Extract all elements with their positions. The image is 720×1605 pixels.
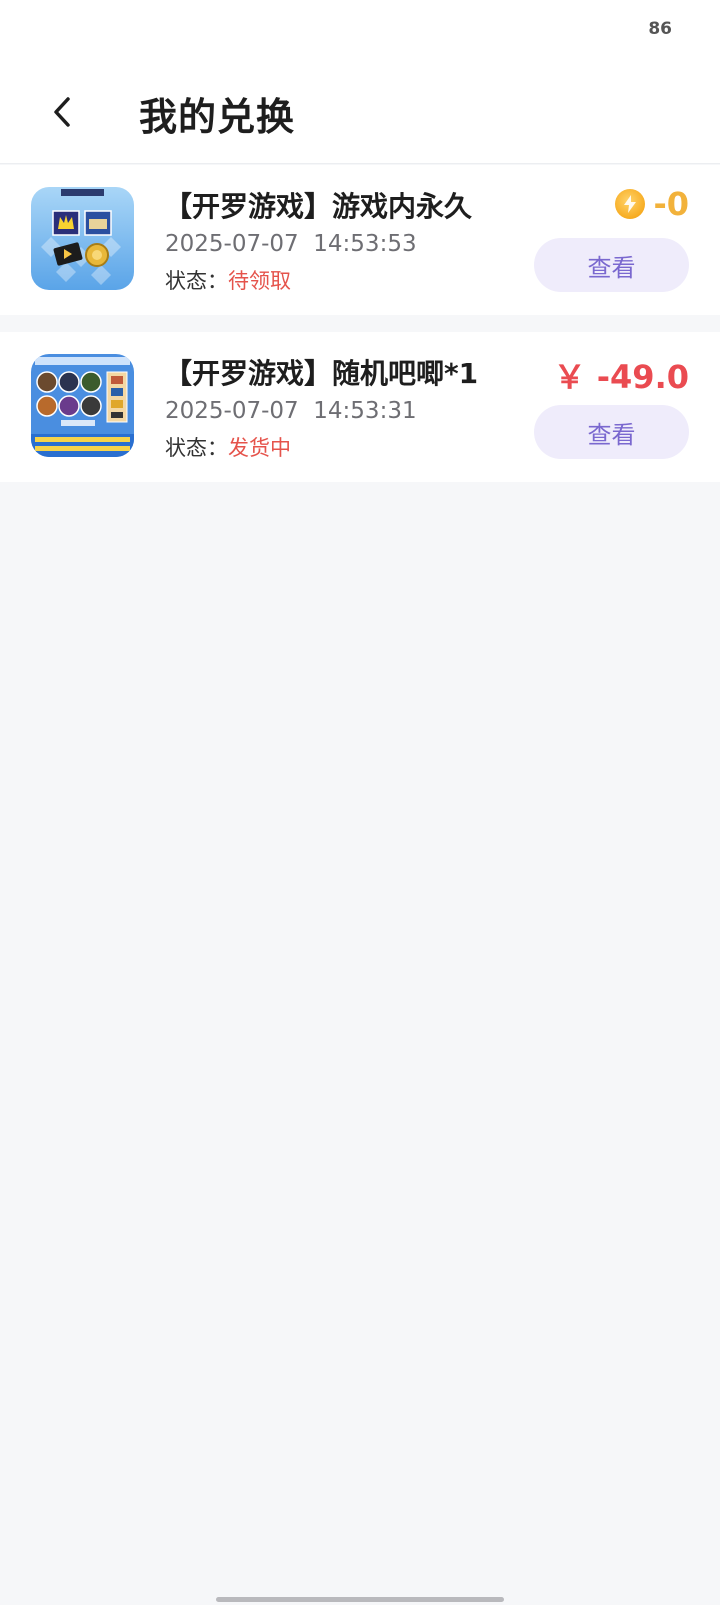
price-value: ￥ -49.0 xyxy=(553,358,689,396)
lightning-coin-icon xyxy=(615,189,646,219)
order-price: ￥ -49.0 xyxy=(554,352,689,398)
view-button[interactable]: 查看 xyxy=(534,405,689,459)
battery-level: 86 xyxy=(648,19,672,39)
chevron-left-icon xyxy=(54,97,70,127)
order-date: 2025-07-07 14:53:53 xyxy=(165,231,417,257)
order-status: 状态：发货中 xyxy=(165,432,291,462)
product-name: 【开罗游戏】游戏内永久 xyxy=(164,190,473,223)
product-name: 【开罗游戏】随机吧唧*1 xyxy=(164,357,479,390)
page-title: 我的兑换 xyxy=(139,95,296,139)
status-label: 状态： xyxy=(165,436,228,460)
status-bar: 86 xyxy=(0,0,720,60)
page-header: 我的兑换 xyxy=(0,60,720,164)
product-thumbnail xyxy=(31,187,134,290)
home-indicator[interactable] xyxy=(216,1597,504,1602)
order-card[interactable]: 【开罗游戏】随机吧唧*1 2025-07-07 14:53:31 状态：发货中 … xyxy=(0,332,720,482)
order-status: 状态：待领取 xyxy=(165,265,291,295)
order-date: 2025-07-07 14:53:31 xyxy=(165,398,417,424)
product-thumbnail xyxy=(31,354,134,457)
order-price: -0 xyxy=(615,185,689,223)
price-value: -0 xyxy=(653,185,689,223)
back-button[interactable] xyxy=(38,88,86,136)
status-value: 待领取 xyxy=(228,269,291,293)
view-button[interactable]: 查看 xyxy=(534,238,689,292)
status-value: 发货中 xyxy=(228,436,291,460)
status-label: 状态： xyxy=(165,269,228,293)
order-card[interactable]: 【开罗游戏】游戏内永久 2025-07-07 14:53:53 状态：待领取 -… xyxy=(0,165,720,315)
